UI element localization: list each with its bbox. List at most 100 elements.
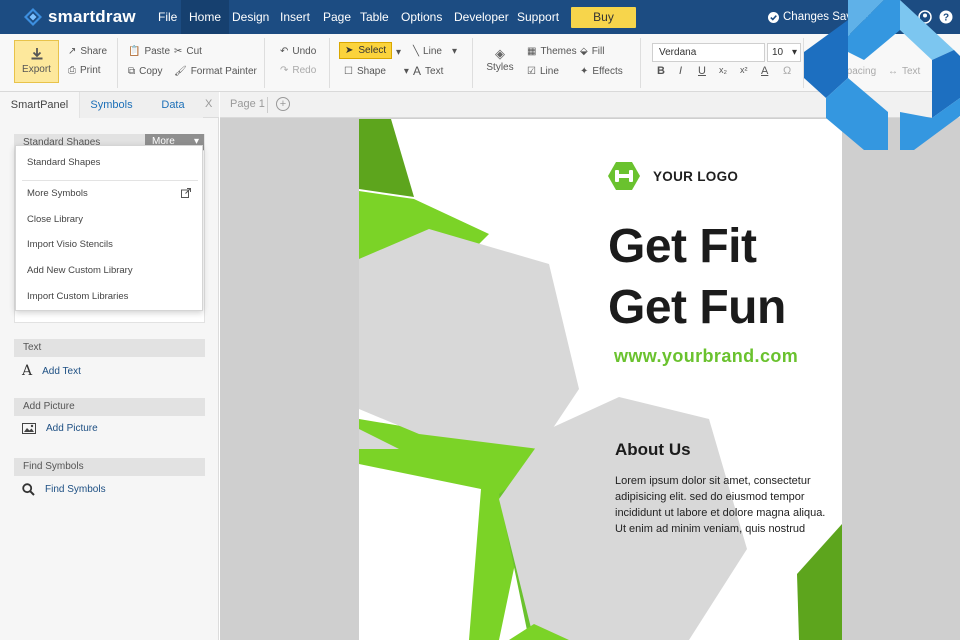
poster-about-title[interactable]: About Us	[615, 440, 691, 460]
dropdown-close-library[interactable]: Close Library	[27, 214, 83, 225]
fill-icon: ⬙	[580, 45, 588, 57]
close-panel-button[interactable]: X	[205, 98, 212, 110]
font-color-button[interactable]: A	[761, 65, 768, 77]
page-tab-divider	[267, 97, 268, 113]
find-symbols-label: Find Symbols	[45, 484, 106, 495]
copy-label: Copy	[139, 65, 163, 77]
poster-url[interactable]: www.yourbrand.com	[614, 346, 798, 367]
undo-label: Undo	[292, 45, 317, 57]
styles-button[interactable]: ◈ Styles	[485, 46, 515, 73]
shape-tool-button[interactable]: ☐ Shape ▾	[344, 64, 409, 78]
ribbon-divider	[117, 38, 118, 88]
fill-label: Fill	[591, 45, 605, 57]
superscript-button[interactable]: x²	[740, 65, 748, 75]
find-symbols-link[interactable]: Find Symbols	[22, 483, 106, 496]
paste-button[interactable]: 📋 Paste	[128, 44, 170, 58]
download-icon	[31, 48, 42, 60]
ribbon-divider	[264, 38, 265, 88]
poster-page[interactable]: YOUR LOGO Get Fit Get Fun www.yourbrand.…	[359, 119, 842, 640]
print-button[interactable]: ⎙ Print	[68, 63, 101, 77]
tab-symbols[interactable]: Symbols	[80, 92, 143, 118]
watermark-logo	[804, 0, 960, 150]
poster-headline-line-1[interactable]: Get Fit	[608, 223, 757, 271]
poster-headline-line-2[interactable]: Get Fun	[608, 284, 786, 332]
chevron-down-icon: ▾	[791, 47, 797, 58]
italic-button[interactable]: I	[679, 65, 682, 77]
ribbon-divider	[640, 38, 641, 88]
add-page-button[interactable]: +	[276, 97, 290, 111]
hexagon-top	[359, 229, 579, 449]
dropdown-import-custom-libraries[interactable]: Import Custom Libraries	[27, 291, 128, 302]
scissors-icon: ✂	[174, 45, 183, 57]
redo-label: Redo	[292, 64, 317, 76]
themes-label: Themes	[540, 45, 577, 57]
dropdown-more-symbols[interactable]: More Symbols	[27, 188, 88, 199]
cut-button[interactable]: ✂ Cut	[174, 44, 202, 58]
square-icon: ☐	[344, 65, 353, 77]
menu-support[interactable]: Support	[509, 0, 567, 34]
search-icon	[22, 483, 35, 496]
line-style-button[interactable]: ☑ Line	[527, 64, 559, 78]
line-tool-button[interactable]: ╲ Line ▾	[413, 44, 457, 58]
menu-home[interactable]: Home	[181, 0, 230, 34]
text-label: Text	[425, 65, 444, 77]
select-tool-button[interactable]: ➤ Select	[339, 42, 392, 59]
buy-button[interactable]: Buy	[571, 7, 636, 28]
add-text-label: Add Text	[42, 365, 81, 377]
subscript-button[interactable]: x₂	[719, 65, 727, 75]
smartdraw-logo-icon	[24, 8, 42, 26]
menu-insert[interactable]: Insert	[272, 0, 318, 34]
font-family-select[interactable]: Verdana	[652, 43, 765, 62]
chevron-down-icon: ▾	[396, 46, 402, 58]
poster-hexagon-art	[359, 119, 842, 640]
dropdown-add-custom-library[interactable]: Add New Custom Library	[27, 265, 133, 276]
copy-icon: ⧉	[128, 65, 136, 77]
library-dropdown-menu: Standard Shapes More Symbols Close Libra…	[15, 145, 203, 311]
ribbon-divider	[329, 38, 330, 88]
check-circle-icon	[768, 11, 779, 23]
share-icon: ↗	[68, 45, 77, 57]
copy-button[interactable]: ⧉ Copy	[128, 64, 163, 78]
tab-smartpanel[interactable]: SmartPanel	[0, 92, 80, 118]
special-characters-button[interactable]: Ω	[783, 65, 791, 77]
dumbbell-logo-icon	[608, 162, 640, 190]
themes-button[interactable]: ▦ Themes	[527, 44, 577, 58]
export-button[interactable]: Export	[14, 40, 59, 83]
chevron-down-icon: ▾	[403, 65, 409, 77]
paint-brush-icon: 🖌	[174, 65, 187, 77]
dropdown-import-visio[interactable]: Import Visio Stencils	[27, 239, 113, 250]
menu-table[interactable]: Table	[352, 0, 397, 34]
app-logo[interactable]: smartdraw	[24, 7, 136, 27]
chevron-down-icon: ▾	[451, 45, 457, 57]
font-size-select[interactable]: 10 ▾	[767, 43, 801, 62]
menu-options[interactable]: Options	[393, 0, 450, 34]
image-icon	[22, 423, 36, 434]
page-tab-1[interactable]: Page 1	[230, 98, 265, 110]
font-size-value: 10	[772, 47, 784, 58]
underline-button[interactable]: U	[698, 65, 706, 77]
tab-data[interactable]: Data	[143, 92, 203, 118]
select-dropdown-arrow[interactable]: ▾	[396, 45, 401, 59]
line-label: Line	[423, 45, 442, 57]
effects-button[interactable]: ✦ Effects	[580, 64, 623, 78]
format-painter-button[interactable]: 🖌 Format Painter	[174, 64, 257, 78]
menu-design[interactable]: Design	[224, 0, 277, 34]
fill-button[interactable]: ⬙ Fill	[580, 44, 604, 58]
effects-label: Effects	[592, 65, 623, 77]
menu-developer[interactable]: Developer	[446, 0, 517, 34]
poster-about-body[interactable]: Lorem ipsum dolor sit amet, consectetur …	[615, 473, 827, 537]
share-button[interactable]: ↗ Share	[68, 44, 107, 58]
cut-label: Cut	[186, 45, 202, 57]
dropdown-standard-shapes[interactable]: Standard Shapes	[27, 157, 100, 168]
undo-icon: ↶	[280, 45, 289, 57]
add-picture-link[interactable]: Add Picture	[22, 423, 98, 434]
poster-logo-text[interactable]: YOUR LOGO	[653, 169, 738, 184]
redo-button[interactable]: ↷ Redo	[280, 63, 316, 77]
undo-button[interactable]: ↶ Undo	[280, 44, 316, 58]
text-tool-button[interactable]: A Text	[413, 64, 443, 78]
ribbon-divider	[472, 38, 473, 88]
add-text-link[interactable]: A Add Text	[22, 363, 81, 379]
picture-section-header: Add Picture	[14, 398, 205, 416]
bold-button[interactable]: B	[657, 65, 665, 77]
paste-label: Paste	[144, 45, 171, 57]
